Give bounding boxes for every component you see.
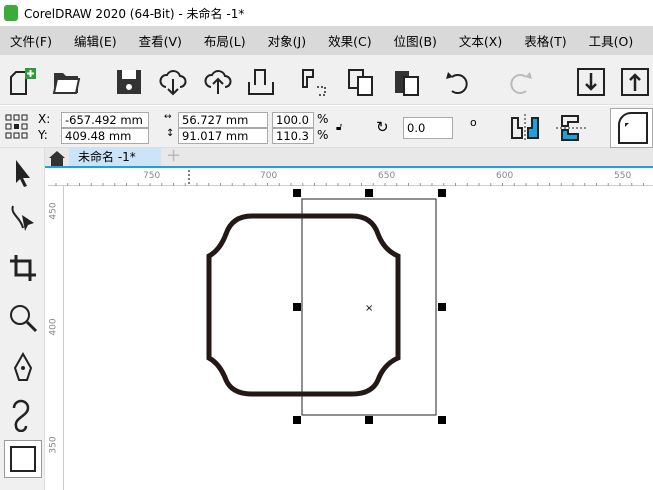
export-icon[interactable]: [620, 67, 650, 97]
x-position-input[interactable]: -657.492 mm: [61, 112, 149, 128]
ruler-label: 650: [378, 171, 396, 181]
ruler-label: 550: [614, 171, 632, 181]
ruler-ticks: [55, 170, 644, 186]
drawing-canvas[interactable]: ×: [65, 187, 653, 490]
menu-view[interactable]: 查看(V): [139, 31, 182, 50]
rectangle-tool-icon: [10, 446, 36, 472]
rounded-corner-icon: [618, 112, 648, 144]
degree-label: o: [470, 116, 477, 129]
rectangle-tool-button[interactable]: [4, 440, 42, 478]
ruler-label: 600: [496, 171, 514, 181]
import-icon[interactable]: [576, 67, 606, 97]
menu-object[interactable]: 对象(J): [268, 31, 306, 50]
pick-tool-icon[interactable]: [10, 158, 36, 188]
x-label: X:: [38, 112, 51, 126]
corner-shape-button[interactable]: [610, 108, 653, 148]
percent-y-label: %: [317, 128, 329, 142]
title-bar: CorelDRAW 2020 (64-Bit) - 未命名 -1*: [0, 0, 653, 26]
reference-point-icon[interactable]: [5, 114, 29, 140]
height-input[interactable]: 91.017 mm: [178, 128, 268, 144]
print-icon[interactable]: [246, 67, 276, 97]
ruler-label: 700: [260, 171, 278, 181]
ruler-label: 750: [143, 171, 161, 181]
redo-icon[interactable]: [505, 67, 535, 97]
cut-icon[interactable]: [300, 67, 330, 97]
window-title: CorelDRAW 2020 (64-Bit) - 未命名 -1*: [24, 6, 245, 21]
menu-layout[interactable]: 布局(L): [204, 31, 246, 50]
ruler-label: 400: [48, 318, 59, 336]
crop-tool-icon[interactable]: [8, 253, 38, 283]
scale-x-input[interactable]: 100.0: [272, 112, 314, 128]
width-input[interactable]: 56.727 mm: [178, 112, 268, 128]
undo-icon[interactable]: [443, 67, 473, 97]
home-icon[interactable]: [49, 151, 65, 166]
rotate-icon: ↻: [376, 118, 389, 136]
cloud-download-icon[interactable]: [158, 67, 188, 97]
center-marker-icon: ×: [365, 303, 373, 314]
shape-tool-icon[interactable]: [8, 203, 38, 233]
menu-table[interactable]: 表格(T): [524, 31, 566, 50]
cloud-upload-icon[interactable]: [203, 67, 233, 97]
rotation-angle-input[interactable]: 0.0: [403, 117, 453, 139]
standard-toolbar: [0, 55, 653, 105]
menu-file[interactable]: 文件(F): [10, 31, 52, 50]
menu-effects[interactable]: 效果(C): [328, 31, 371, 50]
height-icon: ↕: [166, 128, 175, 139]
menu-bitmaps[interactable]: 位图(B): [394, 31, 437, 50]
ruler-label: 350: [48, 436, 59, 454]
document-tabs: 未命名 -1* +: [45, 145, 653, 168]
menu-text[interactable]: 文本(X): [459, 31, 502, 50]
open-icon[interactable]: [52, 67, 82, 97]
mirror-horizontal-icon[interactable]: [510, 114, 540, 142]
freehand-tool-icon[interactable]: [10, 352, 36, 384]
property-bar: X: Y: -657.492 mm 409.48 mm ↔ ↕ 56.727 m…: [0, 106, 653, 148]
percent-x-label: %: [317, 112, 329, 126]
new-icon[interactable]: [8, 67, 38, 97]
artistic-media-tool-icon[interactable]: [8, 398, 38, 432]
menu-edit[interactable]: 编辑(E): [74, 31, 117, 50]
toolbox: [0, 148, 45, 490]
paste-icon[interactable]: [392, 67, 422, 97]
save-icon[interactable]: [114, 67, 144, 97]
scale-y-input[interactable]: 110.3: [272, 128, 314, 144]
tab-document[interactable]: 未命名 -1*: [69, 148, 161, 166]
vertical-ruler[interactable]: 450 400 350: [48, 186, 64, 490]
add-tab-button[interactable]: +: [166, 145, 181, 166]
y-label: Y:: [38, 128, 48, 142]
width-icon: ↔: [164, 112, 172, 122]
zoom-tool-icon[interactable]: [8, 303, 38, 333]
copy-icon[interactable]: [346, 67, 376, 97]
coreldraw-logo-icon: [4, 5, 18, 21]
lock-ratio-icon[interactable]: 🔓︎: [336, 122, 342, 133]
ruler-label: 450: [48, 202, 59, 220]
mirror-vertical-icon[interactable]: [556, 114, 586, 142]
y-position-input[interactable]: 409.48 mm: [61, 128, 149, 144]
menu-bar: 文件(F) 编辑(E) 查看(V) 布局(L) 对象(J) 效果(C) 位图(B…: [0, 26, 653, 55]
horizontal-ruler[interactable]: 750 700 650 600 550: [48, 170, 653, 186]
menu-tools[interactable]: 工具(O): [589, 31, 634, 50]
